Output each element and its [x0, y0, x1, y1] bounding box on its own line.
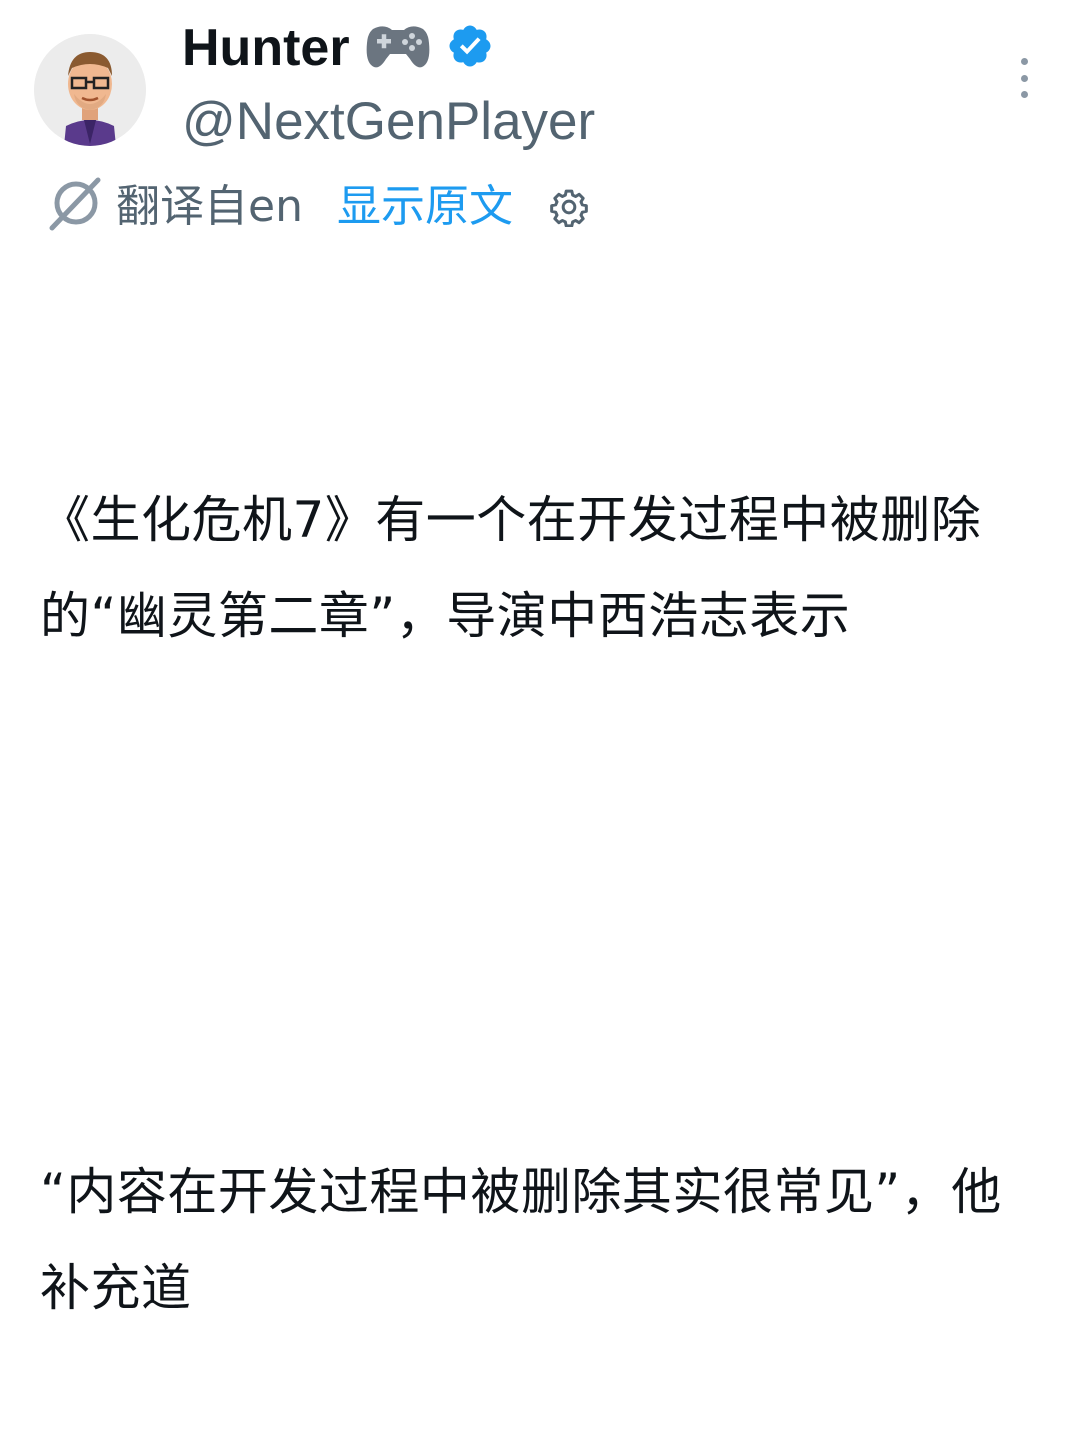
translate-icon: [46, 176, 104, 238]
translated-from-label: 翻译自en: [116, 181, 303, 232]
show-original-link[interactable]: 显示原文: [337, 177, 513, 237]
author-handle[interactable]: @NextGenPlayer: [182, 88, 595, 156]
verified-badge-icon[interactable]: [446, 22, 494, 74]
more-options-icon[interactable]: [1012, 58, 1036, 98]
gamepad-icon: [364, 21, 432, 75]
translation-bar: 翻译自en 显示原文: [46, 174, 589, 240]
author-name-row[interactable]: Hunter: [182, 14, 494, 82]
avatar[interactable]: [34, 34, 146, 146]
avatar-image: [34, 34, 146, 146]
tweet-paragraph: 《生化危机7》有一个在开发过程中被删除的“幽灵第二章”，导演中西浩志表示: [40, 491, 982, 645]
author-display-name[interactable]: Hunter: [182, 14, 350, 82]
tweet-paragraph: “内容在开发过程中被删除其实很常见”，他补充道: [40, 1163, 1002, 1317]
tweet-body: 《生化危机7》有一个在开发过程中被删除的“幽灵第二章”，导演中西浩志表示 “内容…: [40, 280, 1050, 1432]
gear-icon[interactable]: [549, 187, 589, 227]
